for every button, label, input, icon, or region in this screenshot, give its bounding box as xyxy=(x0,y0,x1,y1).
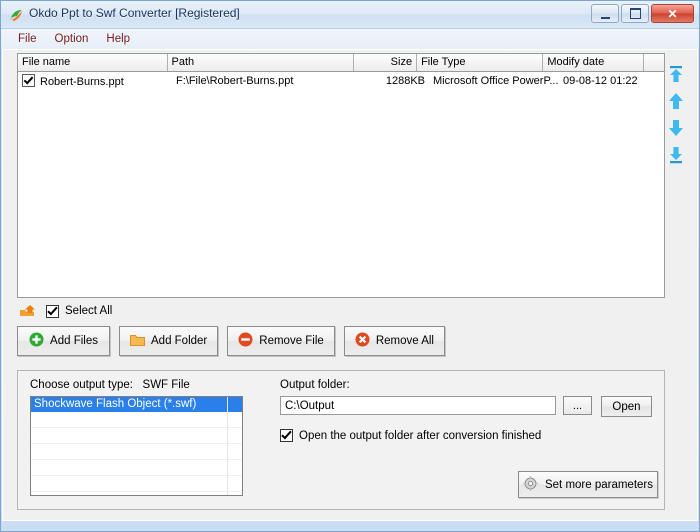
row-checkbox[interactable] xyxy=(22,74,35,87)
gear-icon xyxy=(523,475,538,494)
listbox-empty-row xyxy=(31,412,242,428)
window-controls: ✕ xyxy=(591,4,694,23)
listbox-empty-row xyxy=(31,444,242,460)
up-folder-icon[interactable] xyxy=(19,304,36,319)
cell-file-name-text: Robert-Burns.ppt xyxy=(40,76,124,88)
set-more-parameters-label: Set more parameters xyxy=(544,478,653,491)
select-all-checkbox[interactable] xyxy=(46,304,59,318)
window-title: Okdo Ppt to Swf Converter [Registered] xyxy=(29,6,240,20)
app-swoosh-icon xyxy=(9,7,25,23)
output-type-listbox[interactable]: Shockwave Flash Object (*.swf) xyxy=(30,396,243,496)
open-after-label: Open the output folder after conversion … xyxy=(299,429,542,442)
column-header-file-type[interactable]: File Type xyxy=(417,54,544,71)
move-down-button[interactable] xyxy=(666,118,686,138)
add-plus-icon xyxy=(29,332,44,350)
menu-item-option[interactable]: Option xyxy=(46,31,98,47)
listbox-empty-row xyxy=(31,476,242,492)
application-window: Okdo Ppt to Swf Converter [Registered] ✕… xyxy=(0,0,700,532)
close-icon: ✕ xyxy=(667,6,678,21)
maximize-icon xyxy=(622,5,648,22)
output-folder-input[interactable] xyxy=(280,396,556,415)
cell-path: F:\File\Robert-Burns.ppt xyxy=(176,75,294,87)
remove-file-button[interactable]: Remove File xyxy=(227,326,335,356)
column-header-spacer xyxy=(644,54,664,71)
open-after-checkbox[interactable] xyxy=(280,429,293,442)
title-bar: Okdo Ppt to Swf Converter [Registered] ✕ xyxy=(1,1,699,29)
file-list-header: File name Path Size File Type Modify dat… xyxy=(18,54,664,72)
column-header-modify-date[interactable]: Modify date xyxy=(543,54,645,71)
output-type-value: SWF File xyxy=(142,379,190,391)
listbox-empty-row xyxy=(31,492,242,495)
column-header-path[interactable]: Path xyxy=(168,54,354,71)
menu-item-help[interactable]: Help xyxy=(97,31,139,47)
cell-modify-date: 09-08-12 01:22 xyxy=(563,75,638,87)
listbox-divider xyxy=(227,397,228,495)
cell-size: 1288KB xyxy=(385,75,425,87)
add-folder-label: Add Folder xyxy=(151,335,208,347)
column-header-file-name[interactable]: File name xyxy=(18,54,168,71)
select-all-row: Select All xyxy=(19,302,112,320)
minimize-button[interactable] xyxy=(591,4,619,23)
menu-bar: File Option Help xyxy=(1,29,699,50)
cross-circle-icon xyxy=(355,332,370,350)
maximize-button[interactable] xyxy=(621,4,649,23)
listbox-empty-row xyxy=(31,428,242,444)
set-more-parameters-button[interactable]: Set more parameters xyxy=(518,471,658,498)
cell-file-name: Robert-Burns.ppt xyxy=(18,74,172,88)
select-all-label: Select All xyxy=(65,305,113,317)
menu-item-file[interactable]: File xyxy=(9,31,46,47)
remove-all-button[interactable]: Remove All xyxy=(343,326,445,356)
minimize-icon xyxy=(592,5,618,22)
browse-folder-button[interactable]: ... xyxy=(563,396,592,415)
folder-icon xyxy=(130,333,145,350)
file-list[interactable]: File name Path Size File Type Modify dat… xyxy=(17,53,665,298)
close-button[interactable]: ✕ xyxy=(651,4,694,23)
add-folder-button[interactable]: Add Folder xyxy=(119,326,219,356)
output-type-label-text: Choose output type: xyxy=(30,379,133,391)
cell-file-type: Microsoft Office PowerP... xyxy=(433,75,559,87)
client-area: File name Path Size File Type Modify dat… xyxy=(2,49,698,521)
output-type-option[interactable]: Shockwave Flash Object (*.swf) xyxy=(31,397,242,412)
add-files-label: Add Files xyxy=(50,335,98,347)
add-files-button[interactable]: Add Files xyxy=(17,326,110,356)
remove-file-label: Remove File xyxy=(259,335,324,347)
table-row[interactable]: Robert-Burns.ppt F:\File\Robert-Burns.pp… xyxy=(18,72,664,90)
action-buttons: Add Files Add Folder Remove File Remove … xyxy=(17,326,445,356)
open-after-row: Open the output folder after conversion … xyxy=(280,429,541,442)
order-buttons xyxy=(663,64,689,165)
output-type-label: Choose output type: SWF File xyxy=(30,379,190,391)
move-to-top-button[interactable] xyxy=(666,64,686,84)
move-up-button[interactable] xyxy=(666,91,686,111)
move-to-bottom-button[interactable] xyxy=(666,145,686,165)
output-options-panel: Choose output type: SWF File Shockwave F… xyxy=(17,370,665,510)
column-header-size[interactable]: Size xyxy=(354,54,418,71)
open-folder-button[interactable]: Open xyxy=(601,396,652,417)
listbox-empty-row xyxy=(31,460,242,476)
remove-all-label: Remove All xyxy=(375,335,434,347)
output-folder-label: Output folder: xyxy=(280,379,350,391)
minus-circle-icon xyxy=(238,332,253,350)
